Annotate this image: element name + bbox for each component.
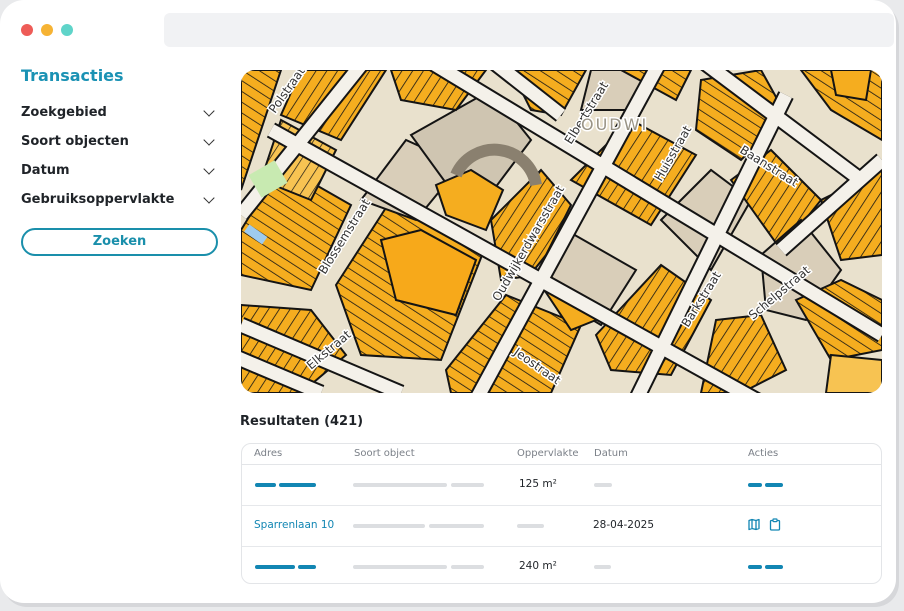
action-placeholder[interactable] [765,565,783,569]
column-header-datum[interactable]: Datum [594,448,628,459]
column-header-acties: Acties [748,448,779,459]
table-header: Adres Soort object Oppervlakte Datum Act… [242,444,881,465]
object-type-placeholder [353,483,447,487]
address-placeholder [298,565,316,569]
address-placeholder [279,483,316,487]
address-placeholder [255,483,276,487]
filter-label: Zoekgebied [21,105,107,120]
area-placeholder [517,524,544,528]
cadastral-map[interactable]: Polstraat Blossemstraat Elbertstraat Hui… [241,70,882,393]
action-placeholder[interactable] [748,483,762,487]
district-label: OUDWI [581,115,648,134]
app-window: Transacties Zoekgebied Soort objecten Da… [0,0,896,603]
chevron-down-icon [203,191,215,204]
chevron-down-icon [203,133,215,146]
area-cell: 240 m² [519,560,557,572]
date-cell: 28-04-2025 [593,519,655,531]
address-bar[interactable] [164,13,894,47]
address-placeholder [255,565,295,569]
table-row[interactable]: 240 m² [242,547,881,583]
object-type-placeholder [451,483,484,487]
maximize-window-button[interactable] [61,24,73,36]
search-button[interactable]: Zoeken [21,228,218,256]
object-type-placeholder [451,565,484,569]
column-header-soort-object[interactable]: Soort object [354,448,415,459]
sidebar-title: Transacties [21,66,124,85]
clipboard-icon[interactable] [769,518,781,531]
object-type-placeholder [353,524,425,528]
close-window-button[interactable] [21,24,33,36]
sidebar: Transacties Zoekgebied Soort objecten Da… [21,64,218,256]
filter-soort-objecten[interactable]: Soort objecten [21,127,218,156]
filter-zoekgebied[interactable]: Zoekgebied [21,98,218,127]
map-icon[interactable] [748,518,760,531]
title-bar [0,0,896,58]
filter-label: Datum [21,163,70,178]
filter-label: Soort objecten [21,134,129,149]
column-header-adres[interactable]: Adres [254,448,282,459]
column-header-oppervlakte[interactable]: Oppervlakte [517,448,579,459]
filter-label: Gebruiksoppervlakte [21,192,175,207]
chevron-down-icon [203,162,215,175]
action-placeholder[interactable] [748,565,762,569]
filter-gebruiksoppervlakte[interactable]: Gebruiksoppervlakte [21,185,218,214]
parcel-block [829,70,873,102]
object-type-placeholder [353,565,447,569]
address-link[interactable]: Sparrenlaan 10 [254,519,334,531]
date-placeholder [594,483,612,487]
area-cell: 125 m² [519,478,557,490]
table-row[interactable]: Sparrenlaan 10 28-04-2025 [242,506,881,547]
chevron-down-icon [203,104,215,117]
results-table: Adres Soort object Oppervlakte Datum Act… [241,443,882,584]
results-title: Resultaten (421) [240,414,364,429]
minimize-window-button[interactable] [41,24,53,36]
date-placeholder [594,565,611,569]
table-row[interactable]: 125 m² [242,465,881,506]
object-type-placeholder [429,524,484,528]
parcel-block [824,353,882,393]
action-placeholder[interactable] [765,483,783,487]
filter-datum[interactable]: Datum [21,156,218,185]
